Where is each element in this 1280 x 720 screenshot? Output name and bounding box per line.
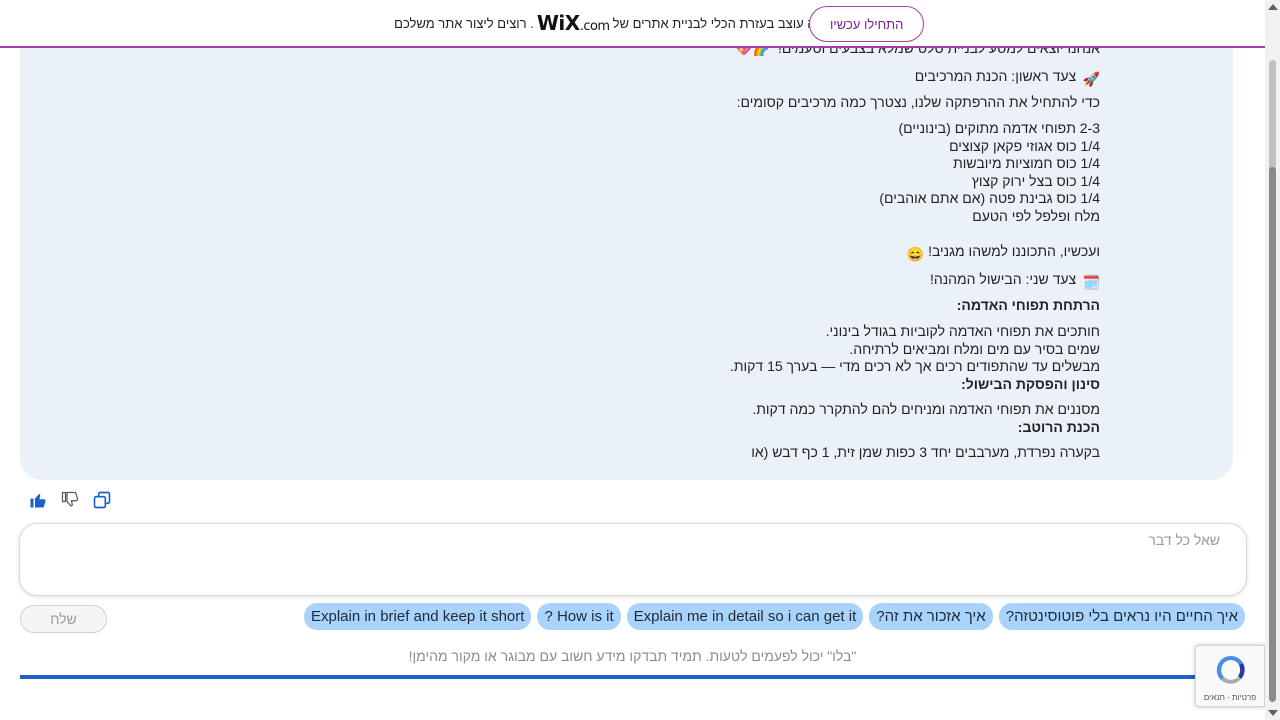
list-item: שמים בסיר עם מים ומלח ומביאים לרתיחה. xyxy=(849,340,1100,357)
list-item: 1/4 כוס בצל ירוק קצוץ xyxy=(971,172,1100,189)
step2-title: צעד שני: הבישול המהנה! xyxy=(929,271,1077,287)
list-item: 1/4 כוס גבינת פטה (אם אתם אוהבים) xyxy=(879,190,1100,206)
message-ready: ועכשיו, התכוננו למשהו מגניב! xyxy=(928,243,1100,259)
suggestion-chip-explain-detail[interactable]: Explain me in detail so i can get it xyxy=(626,603,864,630)
scrollbar-thumb[interactable] xyxy=(1269,167,1276,702)
list-item: 1/4 כוס אגוזי פקאן קצוצים xyxy=(949,137,1100,154)
boil-title: הרתחת תפוחי האדמה: xyxy=(956,297,1100,313)
wix-start-now-button[interactable]: התחילו עכשיו xyxy=(809,6,925,42)
suggestion-chip-how-is-it[interactable]: ? How is it xyxy=(537,603,621,630)
message-intro: כדי להתחיל את ההרפתקה שלנו, נצטרך כמה מר… xyxy=(736,94,1100,110)
strain-title: סינון והפסקת הבישול: xyxy=(961,375,1100,392)
scroll-down-icon[interactable] xyxy=(1268,710,1278,716)
dressing-line: בקערה נפרדת, מערבבים יחד 3 כפות שמן זית,… xyxy=(751,444,1100,460)
recaptcha-logo-icon xyxy=(1216,655,1245,684)
wix-promo-banner: ?האתר הזה עוצב בעזרת הכלי לבניית אתרים ש… xyxy=(0,0,1265,48)
rocket-icon: 🚀 xyxy=(1082,71,1100,87)
suggestion-chips: ?איך החיים היו נראים בלי פוטוסינטזה ?איך… xyxy=(303,603,1245,630)
recaptcha-links[interactable]: פרטיות - תנאים xyxy=(1196,693,1264,702)
list-item: מסננים את תפוחי האדמה ומניחים להם להתקרר… xyxy=(752,401,1100,417)
message-input[interactable] xyxy=(20,524,1246,595)
list-item: 2-3 תפוחי אדמה מתוקים (בינוניים) xyxy=(898,120,1100,136)
copy-icon[interactable] xyxy=(92,490,112,510)
calendar-icon: 🗓️ xyxy=(1082,274,1100,290)
list-item: חותכים את תפוחי האדמה לקוביות בגודל בינו… xyxy=(825,323,1100,339)
suggestion-chip-photosynthesis[interactable]: ?איך החיים היו נראים בלי פוטוסינטזה xyxy=(998,603,1245,630)
message-composer xyxy=(19,523,1247,596)
strain-steps: מסננים את תפוחי האדמה ומניחים להם להתקרר… xyxy=(752,401,1100,436)
wix-logo: WiX.com xyxy=(536,11,610,35)
boil-steps: חותכים את תפוחי האדמה לקוביות בגודל בינו… xyxy=(730,323,1100,393)
list-item: 1/4 כוס חמוציות מיובשות xyxy=(953,155,1100,171)
recaptcha-badge[interactable]: פרטיות - תנאים xyxy=(1195,645,1265,707)
ingredients-list: 2-3 תפוחי אדמה מתוקים (בינוניים) 1/4 כוס… xyxy=(879,120,1100,225)
scroll-up-icon[interactable] xyxy=(1268,4,1278,10)
assistant-message-bubble: אנחנו יוצאים למסע לבניית סלט שמלא בצבעים… xyxy=(20,0,1233,480)
page-scrollbar[interactable] xyxy=(1265,0,1280,720)
grin-emoji-icon: 😄 xyxy=(906,246,925,262)
suggestion-chip-remember[interactable]: ?איך אזכור את זה xyxy=(869,603,993,630)
message-feedback-bar xyxy=(28,490,112,510)
dressing-title: הכנת הרוטב: xyxy=(1017,418,1100,435)
disclaimer-text: "בלו" יכול לפעמים לטעות. תמיד תבדקו מידע… xyxy=(408,648,857,664)
thumbs-down-icon[interactable] xyxy=(60,490,80,510)
list-item: מלח ופלפל לפי הטעם xyxy=(972,207,1100,224)
thumbs-up-icon[interactable] xyxy=(28,490,48,510)
send-button[interactable]: שלח xyxy=(20,605,107,633)
list-item: מבשלים עד שהתפודים רכים אך לא רכים מדי —… xyxy=(729,358,1100,374)
banner-text-after: . רוצים ליצור אתר משלכם xyxy=(394,15,534,31)
divider-bar xyxy=(20,675,1233,679)
suggestion-chip-explain-brief[interactable]: Explain in brief and keep it short xyxy=(303,603,532,630)
wix-banner-text: ?האתר הזה עוצב בעזרת הכלי לבניית אתרים ש… xyxy=(394,11,871,35)
chat-page: אנחנו יוצאים למסע לבניית סלט שמלא בצבעים… xyxy=(0,0,1280,720)
step1-title: צעד ראשון: הכנת המרכיבים xyxy=(914,68,1077,84)
